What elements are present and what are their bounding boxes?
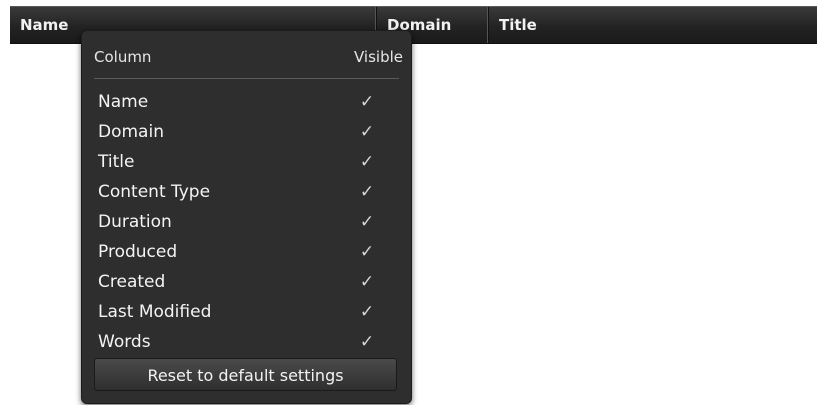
column-row-words[interactable]: Words ✓ xyxy=(82,327,411,357)
column-row-label: Produced xyxy=(98,242,178,262)
column-row-created[interactable]: Created ✓ xyxy=(82,267,411,297)
column-row-label: Words xyxy=(98,332,151,352)
checkmark-icon[interactable]: ✓ xyxy=(358,153,376,171)
column-row-content-type[interactable]: Content Type ✓ xyxy=(82,177,411,207)
checkmark-icon[interactable]: ✓ xyxy=(358,303,376,321)
column-row-title[interactable]: Title ✓ xyxy=(82,147,411,177)
column-row-label: Domain xyxy=(98,122,164,142)
page: Name Domain Title Column Visible Name ✓ … xyxy=(0,0,817,405)
popup-header: Column Visible xyxy=(94,48,403,76)
column-row-label: Name xyxy=(98,92,149,112)
column-row-last-modified[interactable]: Last Modified ✓ xyxy=(82,297,411,327)
checkmark-icon[interactable]: ✓ xyxy=(358,273,376,291)
popup-divider xyxy=(94,78,399,79)
column-visibility-popup: Column Visible Name ✓ Domain ✓ Title ✓ C… xyxy=(81,30,412,404)
popup-header-column: Column xyxy=(94,48,152,66)
column-list: Name ✓ Domain ✓ Title ✓ Content Type ✓ D… xyxy=(82,87,411,357)
checkmark-icon[interactable]: ✓ xyxy=(358,243,376,261)
checkmark-icon[interactable]: ✓ xyxy=(358,123,376,141)
column-row-name[interactable]: Name ✓ xyxy=(82,87,411,117)
column-row-label: Duration xyxy=(98,212,172,232)
checkmark-icon[interactable]: ✓ xyxy=(358,93,376,111)
checkmark-icon[interactable]: ✓ xyxy=(358,213,376,231)
checkmark-icon[interactable]: ✓ xyxy=(358,183,376,201)
column-row-label: Created xyxy=(98,272,166,292)
column-row-domain[interactable]: Domain ✓ xyxy=(82,117,411,147)
popup-header-visible: Visible xyxy=(354,48,403,66)
column-row-duration[interactable]: Duration ✓ xyxy=(82,207,411,237)
column-header-title[interactable]: Title xyxy=(488,7,817,43)
column-row-label: Last Modified xyxy=(98,302,212,322)
checkmark-icon[interactable]: ✓ xyxy=(358,333,376,351)
column-row-produced[interactable]: Produced ✓ xyxy=(82,237,411,267)
column-row-label: Title xyxy=(98,152,135,172)
reset-default-settings-button[interactable]: Reset to default settings xyxy=(94,358,397,391)
column-row-label: Content Type xyxy=(98,182,211,202)
